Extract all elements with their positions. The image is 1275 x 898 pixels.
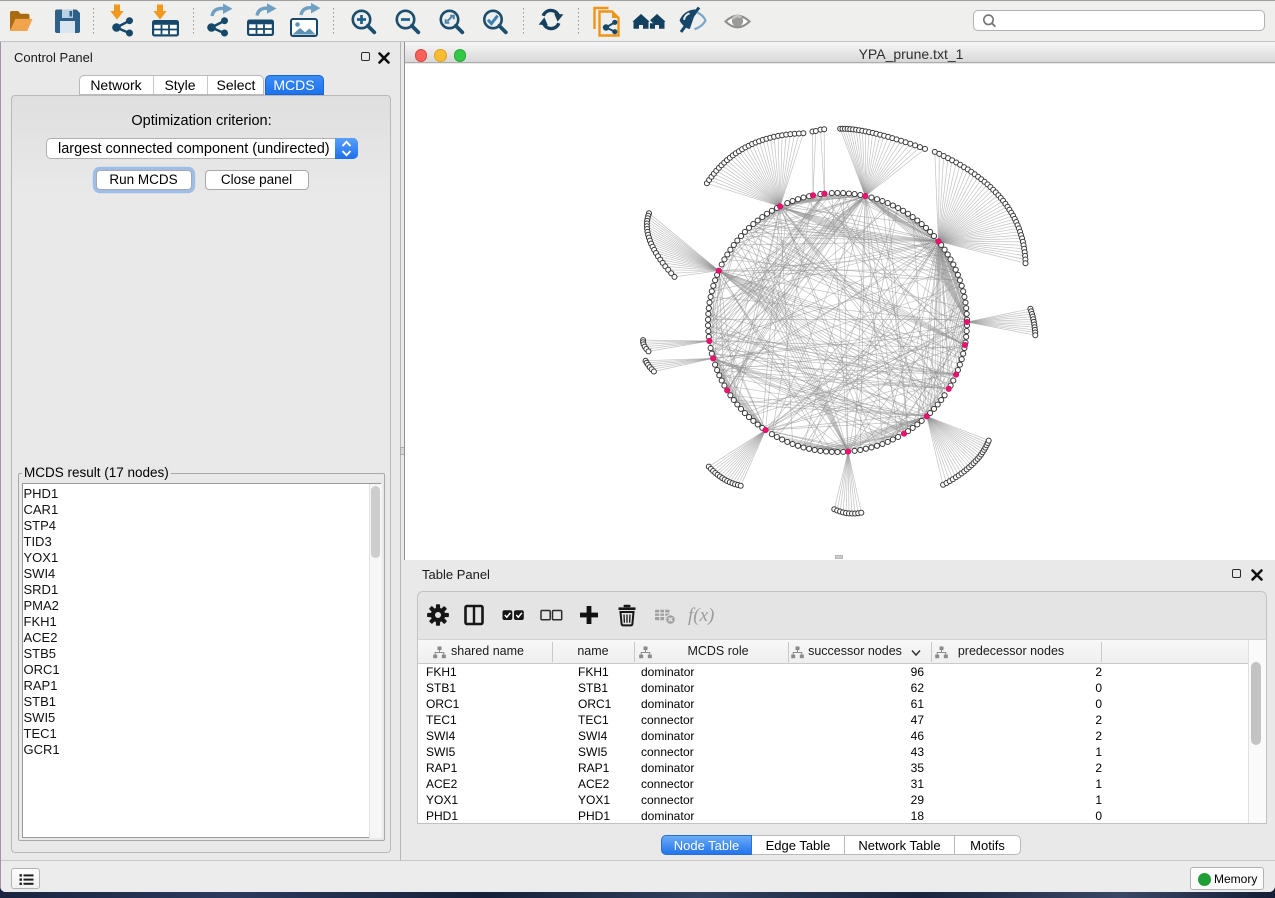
svg-text:f(x): f(x) [688, 605, 714, 626]
